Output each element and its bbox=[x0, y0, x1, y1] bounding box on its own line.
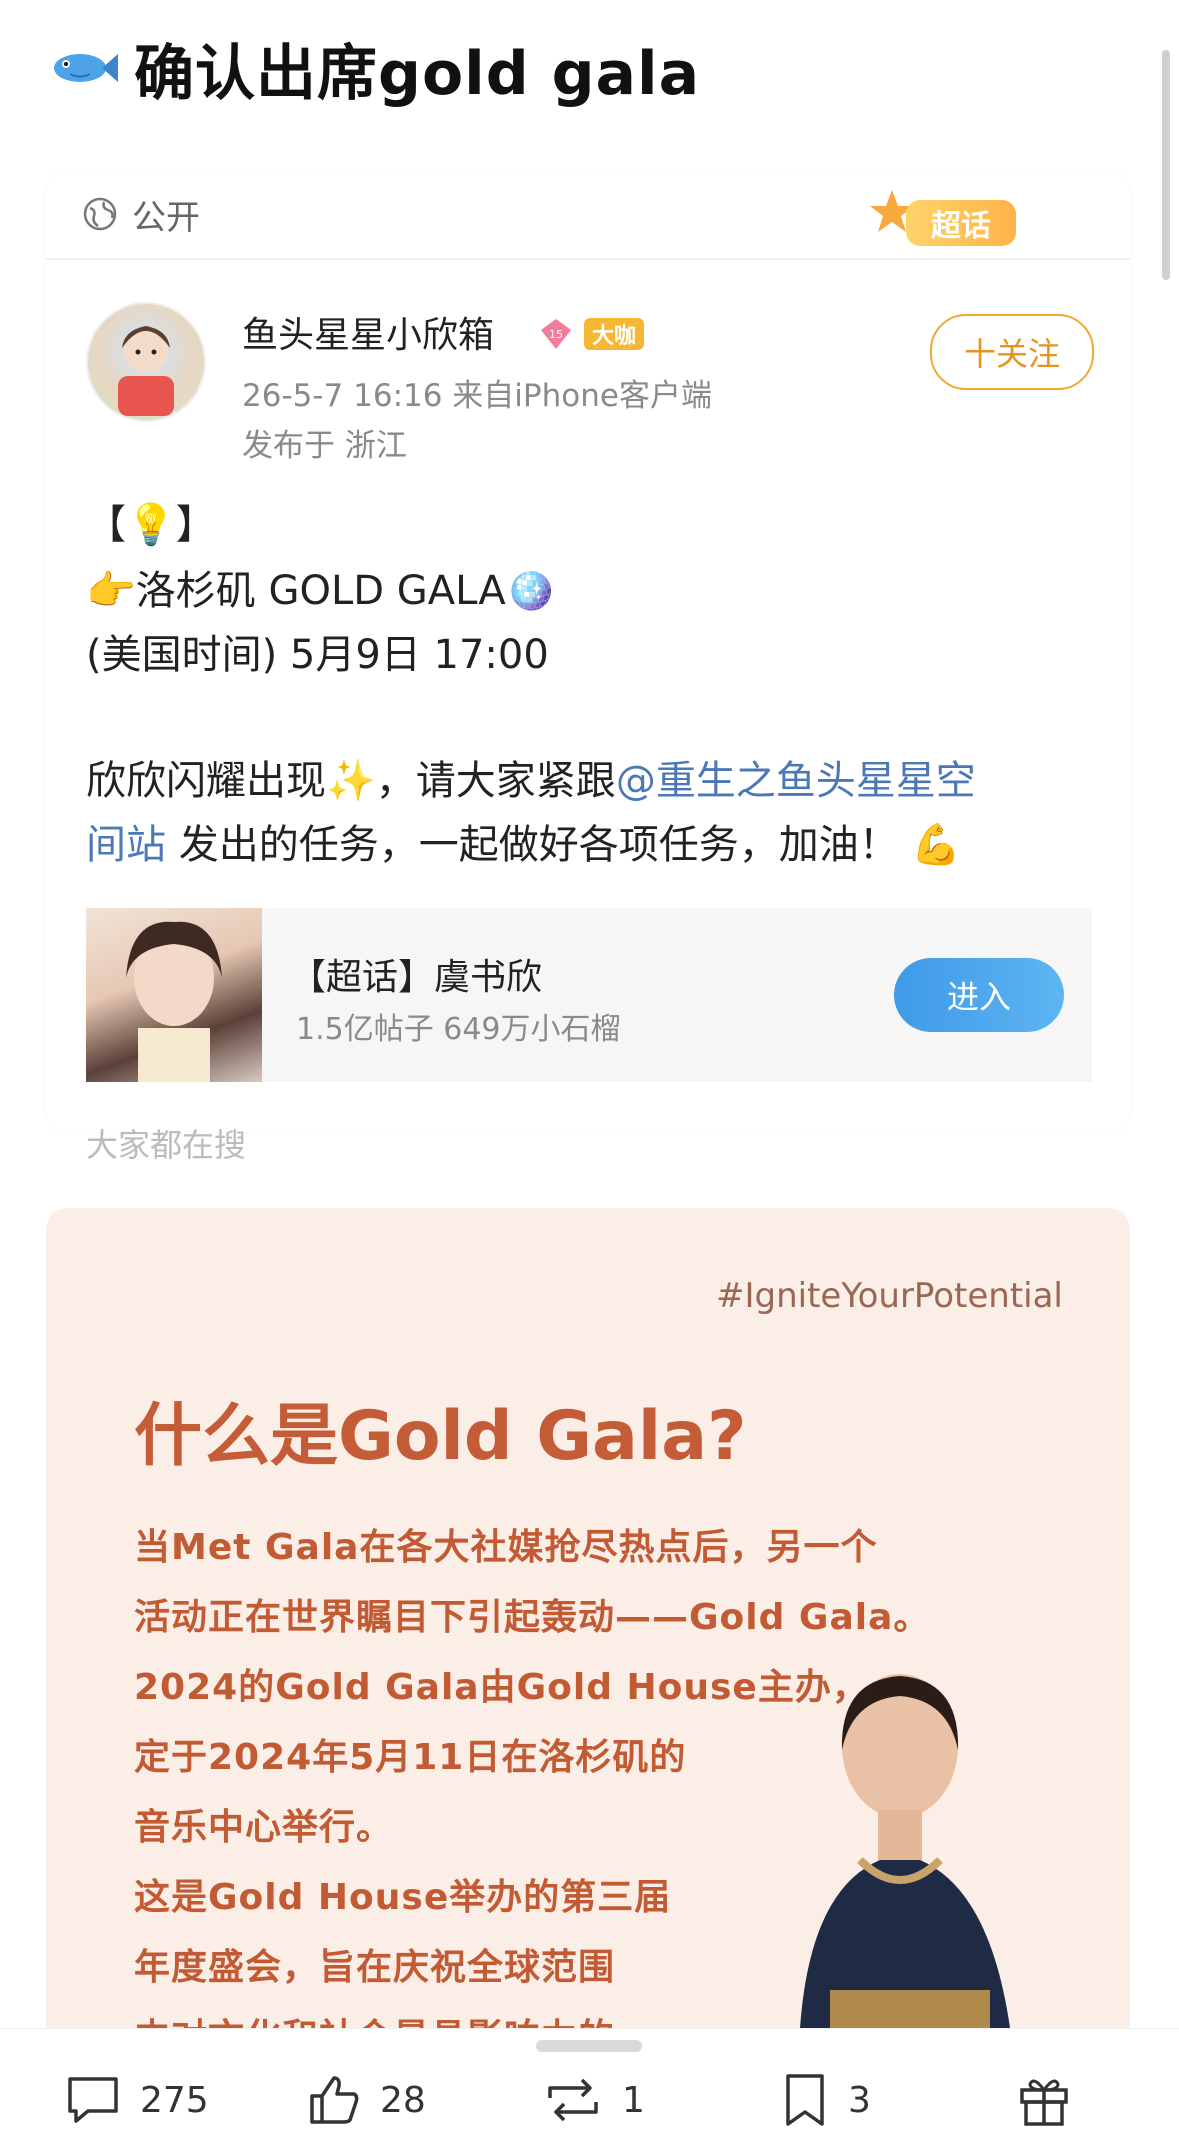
follow-button[interactable]: 十关注 bbox=[930, 314, 1094, 390]
divider bbox=[46, 258, 1130, 260]
avatar[interactable] bbox=[86, 302, 206, 422]
poster-line: 定于2024年5月11日在洛杉矶的 bbox=[134, 1737, 687, 1778]
diamond-icon: 15 bbox=[541, 319, 571, 349]
favorite-count: 3 bbox=[848, 2079, 871, 2121]
post-meta-time: 26-5-7 16:16 来自iPhone客户端 bbox=[242, 378, 712, 414]
poster-portrait bbox=[760, 1660, 1080, 2028]
body-text-end: 发出的任务，一起做好各项任务，加油！ 💪 bbox=[166, 822, 962, 868]
mention-link[interactable]: @重生之鱼头星星空 bbox=[616, 758, 976, 804]
super-topic-badge[interactable]: 超话 bbox=[870, 186, 1040, 256]
post-title-row: 确认出席gold gala bbox=[48, 28, 700, 109]
visibility-row: 公开 bbox=[82, 186, 200, 242]
poster-line: 音乐中心举行。 bbox=[134, 1807, 394, 1848]
vip-badge: 大咖 bbox=[584, 318, 645, 350]
enter-topic-button[interactable]: 进入 bbox=[894, 958, 1064, 1032]
repost-count: 1 bbox=[622, 2079, 645, 2121]
body-text: 欣欣闪耀出现✨，请大家紧跟 bbox=[86, 758, 616, 804]
mention-link-cont[interactable]: 间站 bbox=[86, 822, 166, 868]
poster-line: 当Met Gala在各大社媒抢尽热点后，另一个 bbox=[134, 1527, 878, 1568]
poster-line: 年度盛会，旨在庆祝全球范围 bbox=[134, 1947, 616, 1988]
topic-title: 【超话】虞书欣 bbox=[290, 957, 543, 998]
avatar-illustration bbox=[118, 326, 174, 416]
enter-label: 进入 bbox=[946, 978, 1011, 1016]
body-line-3: (美国时间) 5月9日 17:00 bbox=[86, 632, 549, 678]
repost-icon bbox=[548, 2078, 598, 2122]
body-line-2: 👉洛杉矶 GOLD GALA🪩 bbox=[86, 568, 556, 614]
level-badge: 15 bbox=[538, 316, 574, 352]
repost-button[interactable]: 1 bbox=[542, 2070, 645, 2130]
topic-thumbnail-image bbox=[126, 921, 222, 1082]
gift-icon bbox=[1020, 2079, 1068, 2126]
post-title: 确认出席gold gala bbox=[134, 38, 701, 109]
topic-thumbnail[interactable] bbox=[86, 908, 262, 1082]
home-indicator bbox=[536, 2040, 642, 2052]
gift-button[interactable] bbox=[1016, 2070, 1072, 2130]
level-number: 15 bbox=[549, 328, 563, 341]
visibility-label: 公开 bbox=[132, 197, 200, 238]
comment-button[interactable]: 275 bbox=[64, 2070, 209, 2130]
comment-icon bbox=[68, 2077, 118, 2123]
fish-icon bbox=[54, 54, 118, 82]
globe-icon bbox=[83, 197, 117, 231]
poster-hashtag: #IgniteYourPotential bbox=[716, 1276, 1063, 1316]
bookmark-icon bbox=[786, 2074, 824, 2126]
scrollbar[interactable] bbox=[1162, 50, 1170, 280]
topic-stats: 1.5亿帖子 649万小石榴 bbox=[296, 1012, 621, 1047]
comment-count: 275 bbox=[140, 2079, 209, 2121]
post-meta-location: 发布于 浙江 bbox=[242, 428, 407, 464]
thumbs-up-icon bbox=[310, 2076, 359, 2124]
author-name[interactable]: 鱼头星星小欣箱 bbox=[242, 306, 494, 358]
super-topic-label: 超话 bbox=[906, 200, 1016, 246]
poster-title: 什么是Gold Gala? bbox=[134, 1397, 747, 1476]
follow-label: 十关注 bbox=[963, 335, 1060, 373]
body-line-5: 间站 发出的任务，一起做好各项任务，加油！ 💪 bbox=[86, 812, 961, 870]
favorite-button[interactable]: 3 bbox=[780, 2070, 871, 2130]
body-line-1: 【💡】 bbox=[86, 502, 216, 548]
trending-search-label: 大家都在搜 bbox=[86, 1126, 247, 1164]
poster-line: 2024的Gold Gala由Gold House主办， bbox=[134, 1667, 869, 1708]
poster-line: 这是Gold House举办的第三届 bbox=[134, 1877, 672, 1918]
body-line-4: 欣欣闪耀出现✨，请大家紧跟@重生之鱼头星星空 bbox=[86, 748, 976, 806]
poster-line: 内对文化和社会最具影响力的 bbox=[134, 2008, 615, 2028]
like-button[interactable]: 28 bbox=[306, 2070, 426, 2130]
poster-line: 活动正在世界瞩目下引起轰动——Gold Gala。 bbox=[134, 1597, 931, 1638]
portrait-illustration bbox=[800, 1674, 1010, 2028]
like-count: 28 bbox=[380, 2079, 426, 2121]
